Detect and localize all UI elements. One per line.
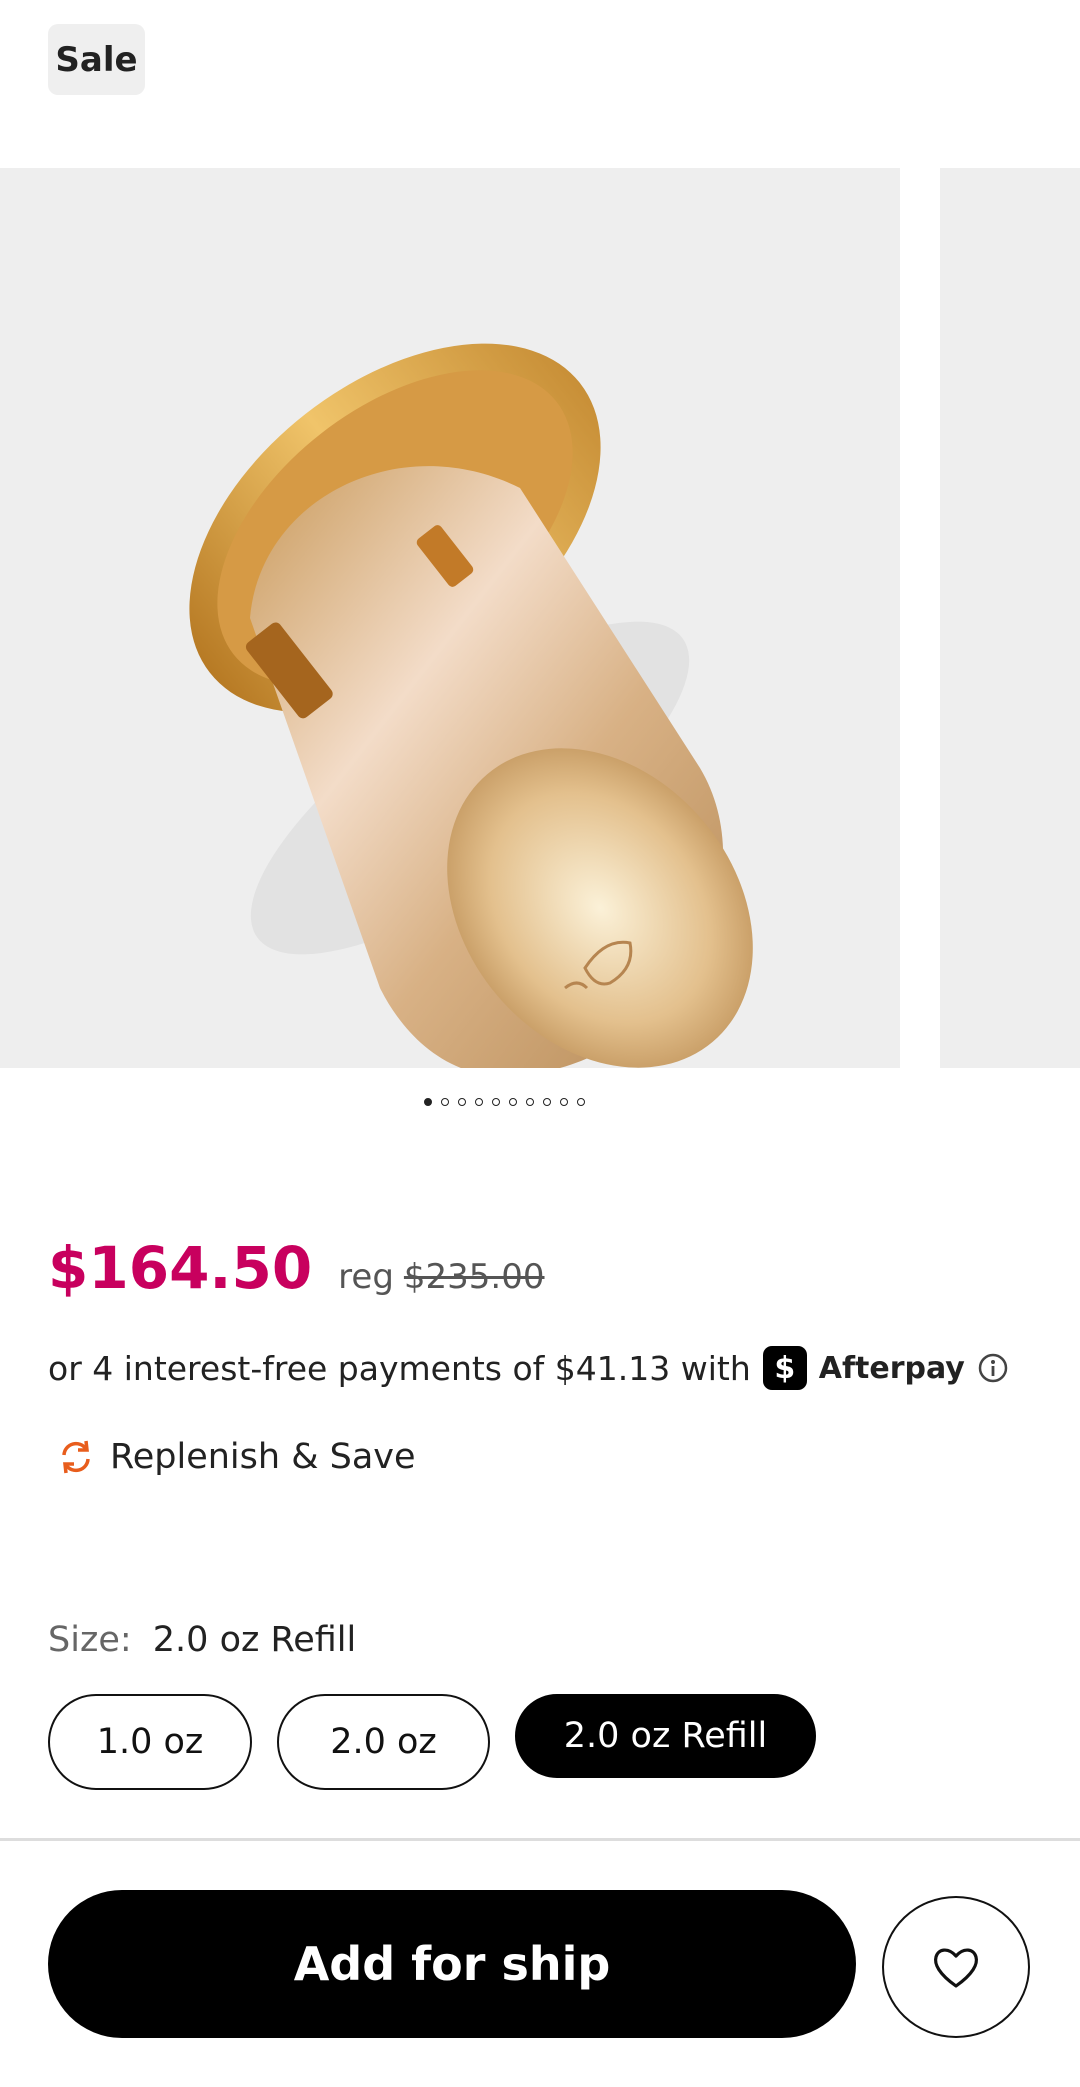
size-selection-label: Size: 2.0 oz Refill [48, 1620, 356, 1660]
carousel-dot[interactable] [559, 1098, 568, 1106]
carousel-dots [0, 1098, 1044, 1106]
favorite-button[interactable] [882, 1896, 1030, 2038]
size-option-2oz-refill[interactable]: 2.0 oz Refill [515, 1694, 816, 1778]
regular-price: $235.00 [403, 1257, 545, 1297]
product-image-slide-next[interactable] [940, 168, 1080, 1068]
heart-icon [933, 1948, 979, 1988]
carousel-dot[interactable] [576, 1098, 585, 1106]
carousel-dot[interactable] [457, 1098, 466, 1106]
info-icon[interactable] [977, 1352, 1009, 1384]
replenish-and-save[interactable]: Replenish & Save [56, 1437, 416, 1477]
refresh-icon [62, 1440, 90, 1474]
afterpay-text: or 4 interest-free payments of $41.13 wi… [48, 1348, 751, 1388]
afterpay-row: or 4 interest-free payments of $41.13 wi… [48, 1343, 1009, 1393]
add-for-ship-button[interactable]: Add for ship [48, 1890, 856, 2038]
replenish-label: Replenish & Save [110, 1437, 416, 1477]
product-image-carousel[interactable] [0, 168, 1080, 1068]
size-option-2oz[interactable]: 2.0 oz [277, 1694, 490, 1790]
product-image [189, 343, 753, 1068]
carousel-dot[interactable] [474, 1098, 483, 1106]
regular-price-label: reg [338, 1257, 394, 1297]
carousel-dot[interactable] [440, 1098, 449, 1106]
afterpay-brand: Afterpay [818, 1350, 965, 1386]
carousel-dot[interactable] [525, 1098, 534, 1106]
divider [0, 1838, 1080, 1841]
carousel-dot[interactable] [491, 1098, 500, 1106]
carousel-dot[interactable] [542, 1098, 551, 1106]
carousel-dot[interactable] [423, 1098, 432, 1106]
size-label: Size: [48, 1620, 132, 1660]
size-option-1oz[interactable]: 1.0 oz [48, 1694, 252, 1790]
sale-price: $164.50 [48, 1234, 313, 1302]
carousel-dot[interactable] [508, 1098, 517, 1106]
product-image-slide[interactable] [0, 168, 900, 1068]
sale-badge: Sale [48, 24, 145, 95]
price-row: $164.50 reg $235.00 [48, 1234, 545, 1302]
size-selected-value: 2.0 oz Refill [152, 1620, 357, 1660]
afterpay-logo-icon: $ [762, 1346, 807, 1390]
